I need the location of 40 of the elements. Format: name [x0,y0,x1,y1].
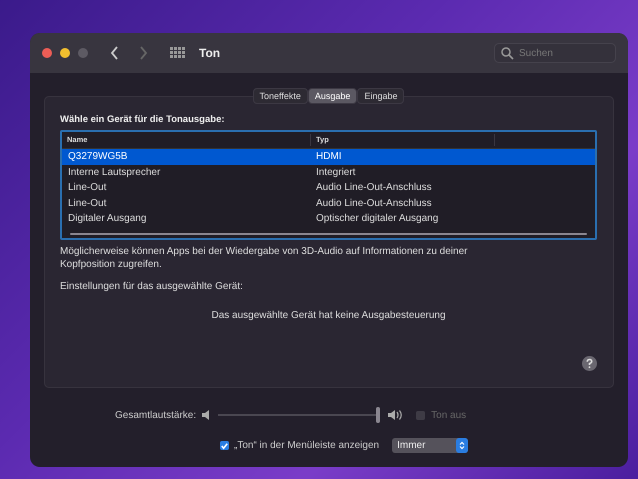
table-cell-text: Audio Line-Out-Anschluss [316,182,433,194]
table-cell-text: Interne Lautsprecher [67,166,162,178]
menubar-checkbox[interactable] [220,441,229,450]
table-cell-text: Q3279WG5B [67,151,128,162]
info-text: Möglicherweise können Apps bei der Wiedergabe von 3D-Audio auf Informationen zu deiner Kopfposition zugreifen. [60,245,468,271]
status-text: Das ausgewählte Gerät hat keine Ausgabesteuerung [210,310,447,321]
table-cell-text: Integriert [316,166,356,178]
section-heading: Wähle ein Gerät für die Tonausgabe: [60,114,226,125]
search-icon [501,47,514,60]
table-row[interactable]: Digitaler Ausgang Optischer digitaler Ausgang [62,211,595,226]
tab[interactable]: Eingabe [357,88,404,104]
window-title: Ton [199,46,220,60]
scrollbar[interactable] [70,233,587,235]
close-button[interactable] [42,48,52,58]
tab[interactable]: Toneffekte [252,88,308,104]
minimize-button[interactable] [60,48,70,58]
table-cell-text: Optischer digitaler Ausgang [316,213,440,224]
speaker-low-icon [202,410,210,420]
checkbox-label: „Ton“ in der Menüleiste anzeigen [234,440,380,451]
table-cell-text: Digitaler Ausgang [67,213,148,224]
table-cell-text: Line-Out [67,198,108,209]
speaker-high-icon [388,409,404,421]
dropdown[interactable]: Immer [392,438,468,453]
table-row[interactable]: Q3279WG5B HDMI [62,149,595,164]
search-field[interactable]: Suchen [494,43,616,63]
tab[interactable]: Ausgabe [308,88,358,104]
table-cell-text: HDMI [316,151,343,162]
grid-icon[interactable] [170,47,185,59]
table-cell-text: Line-Out [67,182,108,194]
section-label: Einstellungen für das ausgewählte Gerät: [60,281,244,292]
mute-label: Ton aus [431,410,466,420]
help-icon[interactable] [582,356,597,371]
volume-label: Gesamtlautstärke: [115,410,196,420]
table-cell-text: Audio Line-Out-Anschluss [316,198,433,209]
updown-icon [456,438,468,453]
table-row[interactable]: Line-Out Audio Line-Out-Anschluss [62,180,595,196]
back-icon[interactable] [110,46,120,60]
mute-checkbox[interactable] [416,410,426,420]
table-row[interactable]: Line-Out Audio Line-Out-Anschluss [62,196,595,211]
table-row[interactable]: Interne Lautsprecher Integriert [62,164,595,180]
